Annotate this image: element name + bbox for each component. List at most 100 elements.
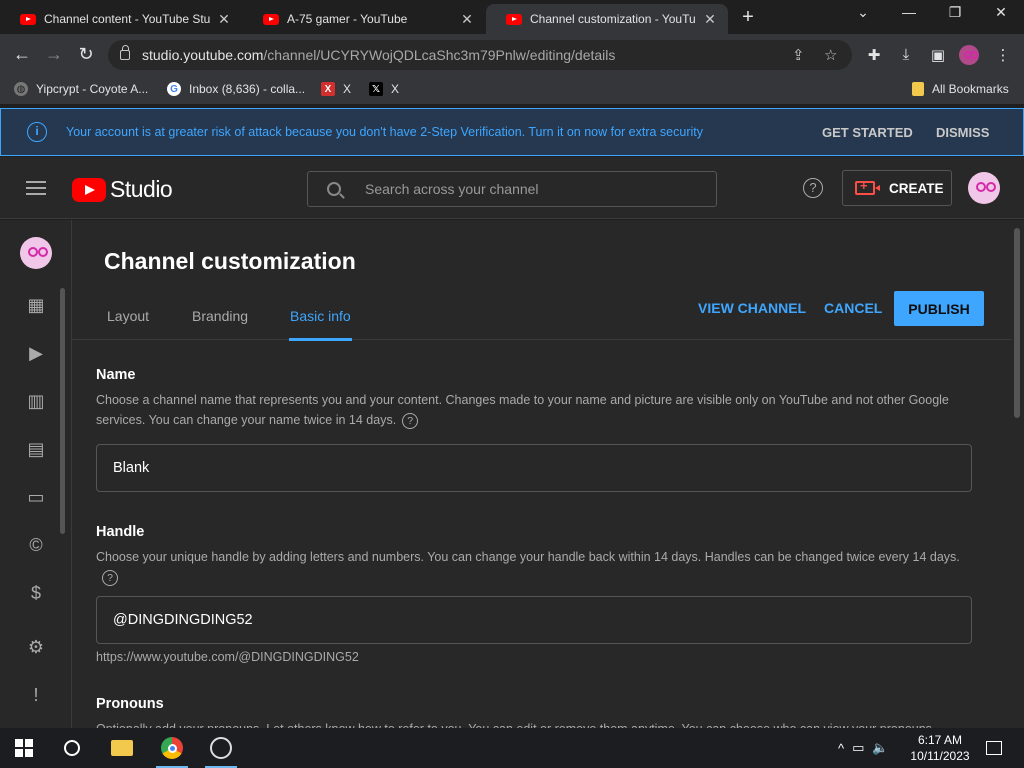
- bookmark-x[interactable]: 𝕏 X: [369, 82, 399, 96]
- settings-gear-icon[interactable]: ⚙: [25, 636, 47, 658]
- analytics-icon[interactable]: ▥: [25, 390, 47, 412]
- tab-basic-info[interactable]: Basic info: [289, 308, 352, 341]
- bookmark-star-icon[interactable]: ☆: [824, 46, 837, 64]
- customization-tabs: Layout Branding Basic info VIEW CHANNEL …: [72, 300, 1012, 341]
- browser-toolbar: ← → ↻ studio.youtube.com/channel/UCYRYWo…: [0, 34, 1024, 76]
- bookmark-label: Inbox (8,636) - colla...: [189, 82, 306, 96]
- close-tab-icon[interactable]: ✕: [216, 11, 232, 28]
- tab-layout[interactable]: Layout: [107, 308, 149, 338]
- close-window-button[interactable]: ✕: [989, 4, 1013, 21]
- start-button[interactable]: [0, 728, 48, 768]
- address-bar[interactable]: studio.youtube.com/channel/UCYRYWojQDLca…: [108, 40, 852, 70]
- browser-tab-channel-customization[interactable]: Channel customization - YouTube Studio ✕: [486, 4, 728, 34]
- bookmarks-bar: ◍ Yipcrypt - Coyote A... G Inbox (8,636)…: [0, 76, 1024, 104]
- handle-section: Handle Choose your unique handle by addi…: [96, 524, 966, 587]
- studio-sidebar: ▦ ▶ ▥ ▤ ▭ © $ ⚙ !: [0, 220, 72, 728]
- close-tab-icon[interactable]: ✕: [459, 11, 475, 28]
- network-icon[interactable]: ▭: [852, 740, 864, 756]
- chrome-taskbar-button[interactable]: [148, 728, 196, 768]
- taskbar-clock[interactable]: 6:17 AM 10/11/2023: [908, 732, 972, 764]
- account-avatar[interactable]: [968, 172, 1000, 204]
- main-scrollbar-thumb[interactable]: [1014, 228, 1020, 418]
- browser-tab-a75-gamer[interactable]: A-75 gamer - YouTube ✕: [243, 4, 485, 34]
- studio-header: Studio ? CREATE: [0, 157, 1024, 219]
- windows-logo-icon: [15, 739, 33, 757]
- info-icon: i: [27, 122, 47, 142]
- content-icon[interactable]: ▶: [25, 342, 47, 364]
- name-help-icon[interactable]: ?: [402, 412, 419, 429]
- hamburger-menu-icon[interactable]: [26, 181, 46, 195]
- browser-tab-title: Channel content - YouTube Studio: [44, 12, 210, 26]
- globe-icon: ◍: [14, 82, 28, 96]
- youtube-favicon-icon: [263, 13, 279, 25]
- minimize-window-button[interactable]: —: [897, 4, 921, 20]
- handle-help-icon[interactable]: ?: [102, 569, 118, 586]
- address-url: studio.youtube.com/channel/UCYRYWojQDLca…: [142, 47, 615, 63]
- bookmark-label: X: [391, 82, 400, 96]
- share-icon[interactable]: ⇪: [792, 46, 805, 64]
- studio-logo[interactable]: Studio: [72, 176, 173, 203]
- page-title: Channel customization: [104, 248, 356, 274]
- bookmark-inbox[interactable]: G Inbox (8,636) - colla...: [167, 82, 305, 96]
- earn-dollar-icon[interactable]: $: [25, 582, 47, 604]
- reload-icon[interactable]: ↻: [74, 44, 98, 65]
- downloads-icon[interactable]: ⤓: [896, 46, 916, 63]
- dismiss-button[interactable]: DISMISS: [936, 125, 989, 140]
- search-input[interactable]: [365, 181, 685, 197]
- clock-date: 10/11/2023: [910, 749, 970, 763]
- sidebar-scrollbar[interactable]: [60, 288, 65, 534]
- main-content: Channel customization Layout Branding Ba…: [72, 220, 1012, 728]
- bookmark-yipcrypt[interactable]: ◍ Yipcrypt - Coyote A...: [14, 82, 148, 96]
- volume-icon[interactable]: 🔈: [872, 740, 888, 756]
- url-path: /channel/UCYRYWojQDLcaShc3m79Pnlw/editin…: [263, 47, 616, 63]
- file-explorer-button[interactable]: [98, 728, 146, 768]
- bookmark-x-red[interactable]: X X: [321, 82, 351, 96]
- handle-description: Choose your unique handle by adding lett…: [96, 547, 966, 587]
- x-logo-icon: X: [321, 82, 335, 96]
- view-channel-link[interactable]: VIEW CHANNEL: [698, 300, 806, 316]
- main-scrollbar[interactable]: [1012, 220, 1024, 728]
- name-field[interactable]: [96, 444, 972, 492]
- help-icon[interactable]: ?: [803, 178, 823, 198]
- get-started-button[interactable]: GET STARTED: [822, 125, 913, 140]
- cancel-link[interactable]: CANCEL: [824, 300, 882, 316]
- publish-button[interactable]: PUBLISH: [894, 291, 984, 326]
- obs-icon: [210, 737, 232, 759]
- pronouns-heading: Pronouns: [96, 696, 164, 712]
- handle-heading: Handle: [96, 524, 145, 540]
- banner-message: Your account is at greater risk of attac…: [66, 125, 703, 139]
- show-hidden-icons-chevron-icon[interactable]: ^: [838, 741, 844, 756]
- browser-tab-channel-content[interactable]: Channel content - YouTube Studio ✕: [0, 4, 242, 34]
- all-bookmarks[interactable]: All Bookmarks: [912, 82, 1009, 96]
- tab-branding[interactable]: Branding: [192, 308, 248, 338]
- forward-arrow-icon[interactable]: →: [42, 44, 66, 65]
- subtitles-icon[interactable]: ▭: [25, 486, 47, 508]
- site-info-lock-icon[interactable]: [120, 45, 130, 60]
- obs-taskbar-button[interactable]: [197, 728, 245, 768]
- dashboard-icon[interactable]: ▦: [25, 294, 47, 316]
- channel-search-box[interactable]: [307, 171, 717, 207]
- tab-search-chevron-icon[interactable]: ⌄: [851, 4, 875, 21]
- youtube-play-logo-icon: [72, 177, 106, 202]
- name-input[interactable]: [113, 460, 913, 476]
- comments-icon[interactable]: ▤: [25, 438, 47, 460]
- send-feedback-icon[interactable]: !: [25, 684, 47, 706]
- handle-input[interactable]: [113, 612, 913, 628]
- browser-menu-icon[interactable]: ⋮: [993, 46, 1013, 64]
- notification-icon: [986, 741, 1002, 755]
- channel-avatar[interactable]: [20, 237, 52, 269]
- side-panel-icon[interactable]: ▣: [928, 46, 948, 64]
- clock-time: 6:17 AM: [917, 733, 963, 747]
- back-arrow-icon[interactable]: ←: [10, 44, 34, 65]
- new-tab-button[interactable]: +: [738, 6, 758, 29]
- search-taskbar-button[interactable]: [48, 728, 96, 768]
- pronouns-section: Pronouns Optionally add your pronouns. L…: [96, 696, 966, 728]
- copyright-icon[interactable]: ©: [25, 534, 47, 556]
- notifications-button[interactable]: [970, 728, 1018, 768]
- handle-field[interactable]: [96, 596, 972, 644]
- extensions-puzzle-icon[interactable]: ✚: [864, 46, 884, 64]
- browser-profile-avatar[interactable]: [959, 45, 979, 65]
- create-button[interactable]: CREATE: [842, 170, 952, 206]
- close-tab-icon[interactable]: ✕: [702, 11, 718, 28]
- restore-window-button[interactable]: ❐: [943, 4, 967, 21]
